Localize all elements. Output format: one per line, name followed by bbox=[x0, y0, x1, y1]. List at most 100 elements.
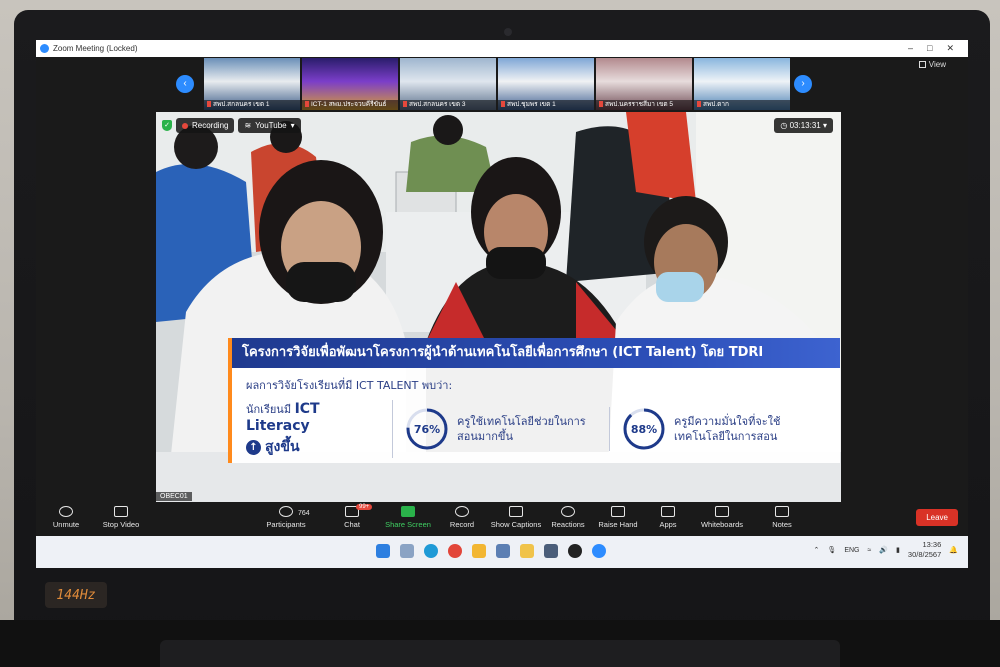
usage-percent-value: 76% bbox=[414, 423, 440, 436]
chevron-down-icon: ▾ bbox=[290, 121, 295, 130]
edge-browser-icon[interactable] bbox=[424, 544, 438, 558]
previous-page-arrow[interactable]: ‹ bbox=[176, 75, 194, 93]
livestream-indicator[interactable]: ≋ YouTube ▾ bbox=[238, 118, 301, 133]
leave-button[interactable]: Leave bbox=[916, 509, 958, 526]
hand-icon bbox=[611, 506, 625, 517]
zoom-taskbar-icon[interactable] bbox=[592, 544, 606, 558]
start-icon[interactable] bbox=[376, 544, 390, 558]
participant-name: สพป.ชุมพร เขต 1 bbox=[498, 100, 594, 110]
participant-name: สพป.ตาก bbox=[694, 100, 790, 110]
view-button[interactable]: View bbox=[918, 60, 946, 69]
battery-icon[interactable]: ▮ bbox=[896, 546, 900, 554]
file-explorer-icon[interactable] bbox=[472, 544, 486, 558]
muted-mic-icon bbox=[599, 101, 603, 108]
stop-video-button[interactable]: Stop Video bbox=[91, 506, 151, 529]
clock-icon: ◷ bbox=[780, 121, 788, 130]
muted-mic-icon bbox=[305, 101, 309, 108]
system-tray: ⌃ 🎙 ENG ≈ 🔊 ▮ 13:36 30/8/2567 🔔 bbox=[814, 540, 958, 560]
apps-button[interactable]: Apps bbox=[638, 506, 698, 529]
active-speaker-video: ✓ Recording ≋ YouTube ▾ ◷ 03:13:31 ▾ โคร… bbox=[156, 112, 841, 502]
widgets-icon[interactable] bbox=[400, 544, 414, 558]
participants-icon bbox=[279, 506, 293, 517]
participant-thumbnails: สพป.สกลนคร เขต 1 ICT-1 สพม.ประจวบคีรีขันธ… bbox=[204, 58, 790, 110]
participant-thumbnail[interactable]: สพป.ชุมพร เขต 1 bbox=[498, 58, 594, 110]
apps-icon bbox=[661, 506, 675, 517]
windows-taskbar: ⌃ 🎙 ENG ≈ 🔊 ▮ 13:36 30/8/2567 🔔 bbox=[36, 536, 968, 568]
participant-thumbnail[interactable]: สพป.ตาก bbox=[694, 58, 790, 110]
screen-snip-icon[interactable] bbox=[544, 544, 558, 558]
show-captions-button[interactable]: Show Captions bbox=[486, 506, 546, 529]
arrow-up-icon: ↑ bbox=[246, 439, 261, 455]
video-owner-label: OBEC01 bbox=[156, 492, 192, 501]
literacy-stat: นักเรียนมี ICT Literacy ↑ สูงขึ้น bbox=[246, 400, 393, 458]
record-icon bbox=[455, 506, 469, 517]
maximize-icon[interactable]: □ bbox=[927, 43, 932, 54]
webcam bbox=[504, 28, 512, 36]
confidence-description: ครูมีความมั่นใจที่จะใช้เทคโนโลยีในการสอน bbox=[674, 415, 781, 443]
participant-name: ICT-1 สพม.ประจวบคีรีขันธ์ bbox=[302, 100, 398, 110]
laptop-screen: Zoom Meeting (Locked) – □ ✕ View ‹ › สพป… bbox=[36, 40, 968, 568]
microphone-muted-icon bbox=[59, 506, 73, 517]
participant-name: สพป.สกลนคร เขต 1 bbox=[204, 100, 300, 110]
teacher-confidence-stat: 88% ครูมีความมั่นใจที่จะใช้เทคโนโลยีในกา… bbox=[610, 407, 826, 451]
volume-icon[interactable]: 🔊 bbox=[879, 546, 888, 554]
participant-count: 764 bbox=[298, 510, 310, 517]
notification-bell-icon[interactable]: 🔔 bbox=[949, 546, 958, 554]
emoji-icon bbox=[561, 506, 575, 517]
chrome-browser-icon[interactable] bbox=[448, 544, 462, 558]
notes-icon bbox=[775, 506, 789, 517]
participant-name: สพป.นครราชสีมา เขต 5 bbox=[596, 100, 692, 110]
participant-thumbnail[interactable]: สพป.สกลนคร เขต 1 bbox=[204, 58, 300, 110]
record-dot-icon bbox=[182, 122, 188, 129]
share-screen-icon bbox=[401, 506, 415, 517]
sticky-notes-icon[interactable] bbox=[520, 544, 534, 558]
app-icon[interactable] bbox=[568, 544, 582, 558]
minimize-icon[interactable]: – bbox=[908, 43, 913, 54]
confidence-percent-ring: 88% bbox=[623, 408, 665, 450]
chevron-up-icon[interactable]: ⌃ bbox=[814, 546, 820, 554]
chat-button[interactable]: 99+ Chat bbox=[322, 504, 382, 529]
wifi-icon[interactable]: ≈ bbox=[867, 547, 871, 554]
meeting-timer[interactable]: ◷ 03:13:31 ▾ bbox=[774, 118, 833, 133]
share-screen-button[interactable]: Share Screen bbox=[378, 506, 438, 529]
taskbar-clock[interactable]: 13:36 30/8/2567 bbox=[908, 540, 941, 560]
chat-unread-badge: 99+ bbox=[356, 504, 373, 510]
participant-thumbnail[interactable]: สพป.สกลนคร เขต 3 bbox=[400, 58, 496, 110]
microphone-icon[interactable]: 🎙 bbox=[827, 546, 836, 554]
usage-percent-ring: 76% bbox=[406, 408, 448, 450]
next-page-arrow[interactable]: › bbox=[794, 75, 812, 93]
record-button[interactable]: Record bbox=[432, 506, 492, 529]
broadcast-icon: ≋ bbox=[244, 121, 252, 130]
overlay-body: ผลการวิจัยโรงเรียนที่มี ICT TALENT พบว่า… bbox=[228, 368, 840, 463]
zoom-logo-icon bbox=[40, 44, 49, 53]
calculator-icon[interactable] bbox=[496, 544, 510, 558]
grid-icon bbox=[918, 61, 926, 68]
close-icon[interactable]: ✕ bbox=[946, 43, 954, 54]
research-overlay: โครงการวิจัยเพื่อพัฒนาโครงการผู้นำด้านเท… bbox=[228, 338, 840, 463]
whiteboard-icon bbox=[715, 506, 729, 517]
video-camera-icon bbox=[114, 506, 128, 517]
chevron-down-icon: ▾ bbox=[822, 121, 827, 130]
window-title: Zoom Meeting (Locked) bbox=[53, 44, 138, 53]
language-indicator[interactable]: ENG bbox=[844, 547, 859, 554]
teacher-usage-stat: 76% ครูใช้เทคโนโลยีช่วยในการสอนมากขึ้น bbox=[393, 407, 610, 451]
participant-name: สพป.สกลนคร เขต 3 bbox=[400, 100, 496, 110]
muted-mic-icon bbox=[501, 101, 505, 108]
recording-indicator[interactable]: Recording bbox=[176, 118, 235, 133]
participant-thumbnail[interactable]: ICT-1 สพม.ประจวบคีรีขันธ์ bbox=[302, 58, 398, 110]
muted-mic-icon bbox=[403, 101, 407, 108]
usage-description: ครูใช้เทคโนโลยีช่วยในการสอนมากขึ้น bbox=[457, 415, 586, 443]
whiteboards-button[interactable]: Whiteboards bbox=[692, 506, 752, 529]
overlay-subtitle: ผลการวิจัยโรงเรียนที่มี ICT TALENT พบว่า… bbox=[246, 379, 453, 392]
participant-thumbnail[interactable]: สพป.นครราชสีมา เขต 5 bbox=[596, 58, 692, 110]
encryption-shield-icon: ✓ bbox=[162, 120, 172, 131]
refresh-rate-sticker: 144Hz bbox=[45, 582, 107, 608]
confidence-percent-value: 88% bbox=[631, 423, 657, 436]
window-titlebar: Zoom Meeting (Locked) – □ ✕ bbox=[36, 40, 968, 57]
unmute-button[interactable]: Unmute bbox=[36, 506, 96, 529]
muted-mic-icon bbox=[697, 101, 701, 108]
muted-mic-icon bbox=[207, 101, 211, 108]
participants-button[interactable]: 764 Participants bbox=[256, 506, 316, 529]
meeting-toolbar: Unmute Stop Video 764 Participants 99+ C… bbox=[36, 502, 968, 536]
notes-button[interactable]: Notes bbox=[752, 506, 812, 529]
